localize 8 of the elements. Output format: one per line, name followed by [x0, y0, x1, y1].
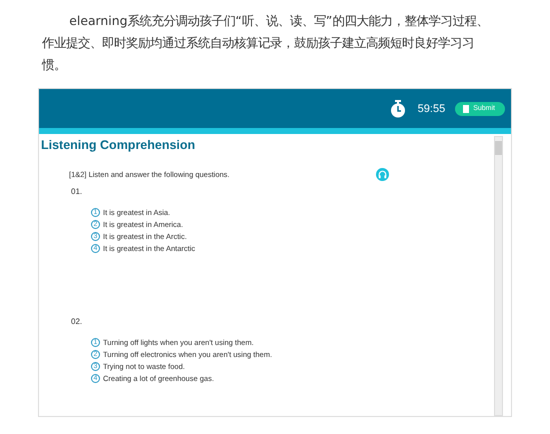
question-number: 01. [71, 187, 84, 196]
section-title: Listening Comprehension [41, 138, 196, 152]
article-paragraph: elearning系统充分调动孩子们“听、说、读、写”的四大能力，整体学习过程、作业提交、即时奖励均通过系统自动核算记录，鼓励孩子建立高频短时良好学习习惯。 [42, 12, 490, 74]
document-icon [463, 104, 470, 112]
question-number: 02. [71, 317, 84, 326]
headphones-icon[interactable] [376, 168, 389, 181]
timer: 59:55 [418, 102, 446, 114]
scrollbar[interactable] [494, 136, 503, 416]
